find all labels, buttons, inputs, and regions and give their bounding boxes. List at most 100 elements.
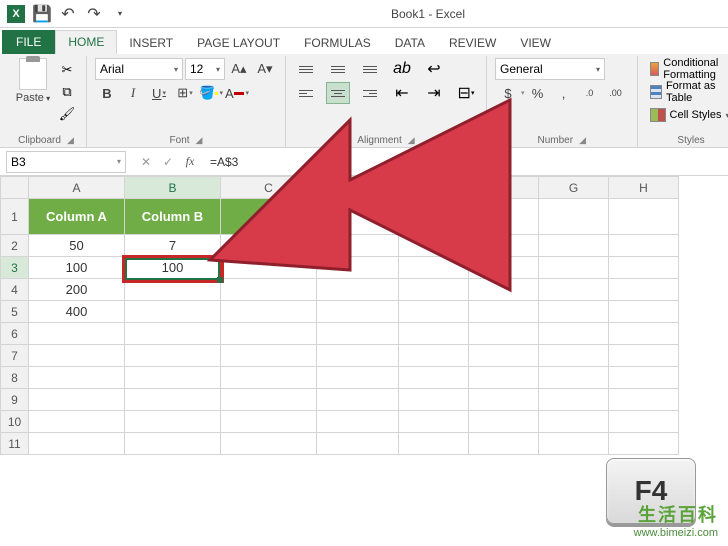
cell-C6[interactable]: [221, 323, 317, 345]
cell-G10[interactable]: [539, 411, 609, 433]
select-all-corner[interactable]: [1, 177, 29, 199]
excel-app-icon[interactable]: [4, 3, 28, 25]
cell-E6[interactable]: [399, 323, 469, 345]
tab-file[interactable]: FILE: [2, 30, 55, 54]
align-center-icon[interactable]: [326, 82, 350, 104]
conditional-formatting-button[interactable]: Conditional Formatting▾: [646, 58, 728, 80]
cell-B4[interactable]: [125, 279, 221, 301]
cell-B8[interactable]: [125, 367, 221, 389]
cell-B5[interactable]: [125, 301, 221, 323]
number-format-select[interactable]: General: [495, 58, 605, 80]
number-launcher-icon[interactable]: ◢: [579, 135, 586, 146]
cell-C9[interactable]: [221, 389, 317, 411]
tab-home[interactable]: HOME: [55, 30, 117, 54]
cell-B2[interactable]: 7: [125, 235, 221, 257]
cell-F9[interactable]: [469, 389, 539, 411]
cell-D8[interactable]: [317, 367, 399, 389]
redo-icon[interactable]: ↷: [82, 3, 106, 25]
col-head-B[interactable]: B: [125, 177, 221, 199]
cell-G7[interactable]: [539, 345, 609, 367]
clipboard-launcher-icon[interactable]: ◢: [67, 135, 74, 146]
row-head-2[interactable]: 2: [1, 235, 29, 257]
col-head-H[interactable]: H: [609, 177, 679, 199]
decrease-decimal-icon[interactable]: .00: [603, 82, 629, 104]
paste-button[interactable]: Paste: [14, 58, 52, 104]
cell-C4[interactable]: [221, 279, 317, 301]
bold-button[interactable]: B: [95, 82, 119, 104]
font-color-button[interactable]: A▾: [225, 82, 249, 104]
cell-B11[interactable]: [125, 433, 221, 455]
font-launcher-icon[interactable]: ◢: [196, 135, 203, 146]
orientation-icon[interactable]: ab: [390, 58, 414, 80]
cell-E11[interactable]: [399, 433, 469, 455]
cell-A7[interactable]: [29, 345, 125, 367]
cell-E4[interactable]: [399, 279, 469, 301]
fill-color-button[interactable]: 🪣▾: [199, 82, 223, 104]
cell-G2[interactable]: [539, 235, 609, 257]
cell-D6[interactable]: [317, 323, 399, 345]
cell-D7[interactable]: [317, 345, 399, 367]
cell-A10[interactable]: [29, 411, 125, 433]
cell-B3[interactable]: 100: [125, 257, 221, 279]
row-head-7[interactable]: 7: [1, 345, 29, 367]
format-painter-icon[interactable]: 🖌: [56, 104, 78, 124]
cell-A8[interactable]: [29, 367, 125, 389]
align-top-icon[interactable]: [294, 58, 318, 80]
align-right-icon[interactable]: [358, 82, 382, 104]
cell-D4[interactable]: [317, 279, 399, 301]
cell-A1[interactable]: Column A: [29, 199, 125, 235]
cell-E9[interactable]: [399, 389, 469, 411]
tab-page-layout[interactable]: PAGE LAYOUT: [185, 32, 292, 54]
currency-button[interactable]: $: [495, 82, 521, 104]
cell-C7[interactable]: [221, 345, 317, 367]
cell-H2[interactable]: [609, 235, 679, 257]
cell-E1[interactable]: [399, 199, 469, 235]
spreadsheet-grid[interactable]: A B C D E F G H 1 Column A Column B Co 2…: [0, 176, 728, 455]
cell-G11[interactable]: [539, 433, 609, 455]
cell-D1[interactable]: [317, 199, 399, 235]
align-middle-icon[interactable]: [326, 58, 350, 80]
copy-icon[interactable]: ⧉: [56, 82, 78, 102]
name-box[interactable]: B3: [6, 151, 126, 173]
cell-C3[interactable]: [221, 257, 317, 279]
cell-E2[interactable]: [399, 235, 469, 257]
formula-bar-input[interactable]: [204, 151, 728, 173]
col-head-C[interactable]: C: [221, 177, 317, 199]
cell-H1[interactable]: [609, 199, 679, 235]
cell-C8[interactable]: [221, 367, 317, 389]
wrap-text-icon[interactable]: ↩: [422, 58, 446, 80]
row-head-5[interactable]: 5: [1, 301, 29, 323]
cell-F2[interactable]: [469, 235, 539, 257]
cell-D3[interactable]: [317, 257, 399, 279]
insert-function-icon[interactable]: fx: [180, 152, 200, 172]
cell-F7[interactable]: [469, 345, 539, 367]
cell-styles-button[interactable]: Cell Styles▾: [646, 104, 728, 126]
cell-H4[interactable]: [609, 279, 679, 301]
percent-button[interactable]: %: [525, 82, 551, 104]
cell-F3[interactable]: [469, 257, 539, 279]
col-head-A[interactable]: A: [29, 177, 125, 199]
cell-H8[interactable]: [609, 367, 679, 389]
cell-F6[interactable]: [469, 323, 539, 345]
cell-D11[interactable]: [317, 433, 399, 455]
col-head-D[interactable]: D: [317, 177, 399, 199]
cell-B7[interactable]: [125, 345, 221, 367]
cell-G6[interactable]: [539, 323, 609, 345]
decrease-indent-icon[interactable]: ⇤: [390, 82, 414, 104]
font-size-select[interactable]: 12: [185, 58, 225, 80]
cell-E10[interactable]: [399, 411, 469, 433]
increase-font-icon[interactable]: A▴: [227, 58, 251, 80]
cell-D10[interactable]: [317, 411, 399, 433]
merge-center-icon[interactable]: ⊟▾: [454, 82, 478, 104]
col-head-G[interactable]: G: [539, 177, 609, 199]
cell-A2[interactable]: 50: [29, 235, 125, 257]
row-head-9[interactable]: 9: [1, 389, 29, 411]
cell-H3[interactable]: [609, 257, 679, 279]
cell-A6[interactable]: [29, 323, 125, 345]
cell-B6[interactable]: [125, 323, 221, 345]
cell-H10[interactable]: [609, 411, 679, 433]
cell-F5[interactable]: [469, 301, 539, 323]
cell-E7[interactable]: [399, 345, 469, 367]
cell-A5[interactable]: 400: [29, 301, 125, 323]
cell-F8[interactable]: [469, 367, 539, 389]
